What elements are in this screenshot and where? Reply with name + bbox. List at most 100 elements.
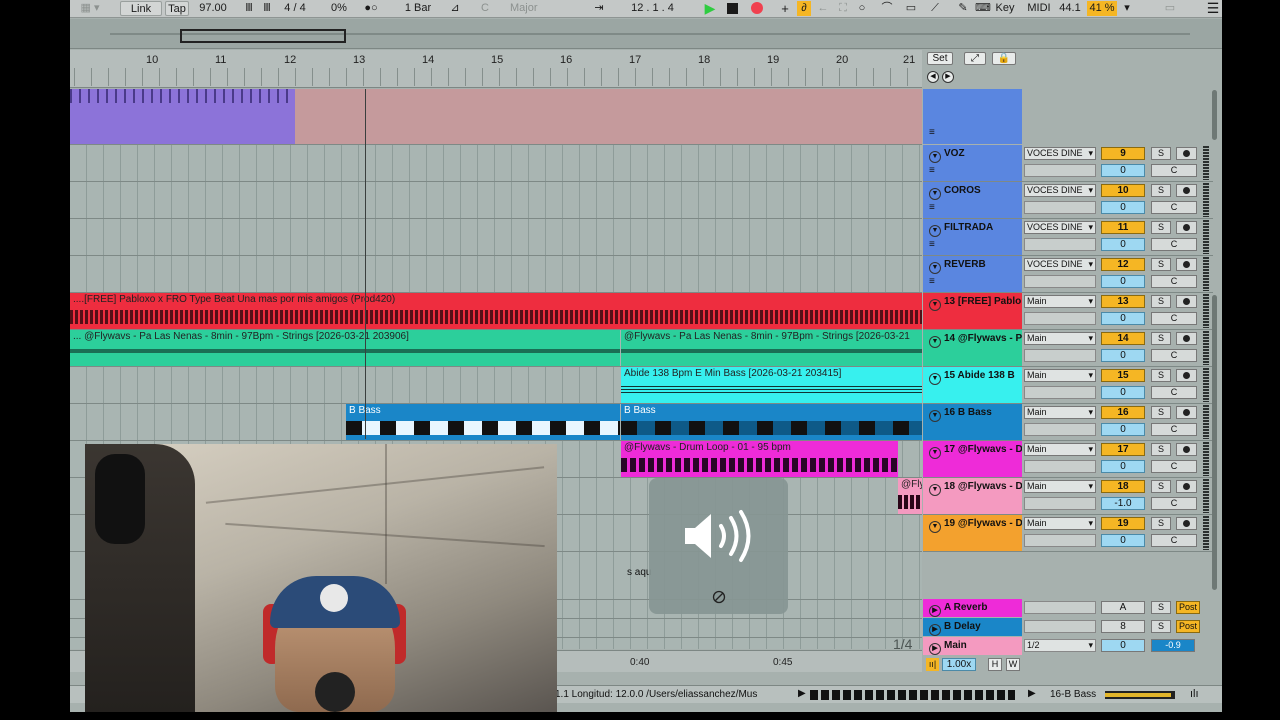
drag-handle-icon[interactable]: ≡ (929, 239, 935, 250)
arm-button[interactable] (1176, 443, 1197, 456)
track-header[interactable]: ▼ 17 @Flywavs - D Main ▾ 17 0 S C (923, 441, 1213, 478)
solo-button[interactable]: S (1151, 332, 1171, 345)
time-signature-field[interactable]: 4 / 4 (275, 1, 315, 16)
track-header[interactable]: ▼ COROS ≡ VOCES DINE ▾ 10 0 S C (923, 182, 1213, 219)
solo-button[interactable]: S (1151, 517, 1171, 530)
status-loop-overview[interactable] (810, 690, 1015, 700)
track-activator[interactable]: 12 (1101, 258, 1145, 271)
clip-track14-b[interactable]: @Flywavs - Pa Las Nenas - 8min - 97Bpm -… (621, 330, 922, 366)
arm-button[interactable] (1176, 369, 1197, 382)
stop-button[interactable] (727, 3, 738, 14)
track-header[interactable]: ▼ REVERB ≡ VOCES DINE ▾ 12 0 S C (923, 256, 1213, 293)
solo-button[interactable]: S (1151, 443, 1171, 456)
drag-handle-icon[interactable]: ≡ (929, 202, 935, 213)
clip-track17[interactable]: @Flywavs - Drum Loop - 01 - 95 bpm (621, 441, 898, 477)
solo-button[interactable]: S (1151, 258, 1171, 271)
track-activator[interactable]: 10 (1101, 184, 1145, 197)
track-output-channel[interactable] (1024, 386, 1096, 399)
return-activator[interactable]: 8 (1101, 620, 1145, 633)
vertical-scrollbar-top[interactable] (1212, 90, 1217, 140)
vertical-scrollbar[interactable] (1212, 295, 1217, 590)
solo-button[interactable]: S (1151, 184, 1171, 197)
pan-knob[interactable]: C (1151, 275, 1197, 288)
track-volume[interactable]: 0 (1101, 312, 1145, 325)
nav-forward-icon[interactable]: ▶ (942, 71, 954, 83)
main-pan[interactable]: -0.9 (1151, 639, 1195, 652)
key-map-button[interactable]: Key (993, 1, 1017, 16)
track-output-channel[interactable] (1024, 534, 1096, 547)
status-track-play-icon[interactable]: ▶ (1028, 688, 1036, 699)
post-button[interactable]: Post (1176, 601, 1200, 614)
return-track-header[interactable]: ▶ B Delay 8 S Post (923, 618, 1213, 637)
automation-arm-icon[interactable]: ∂ (797, 1, 811, 16)
track-activator[interactable]: 11 (1101, 221, 1145, 234)
track-output-select[interactable]: Main ▾ (1024, 517, 1096, 530)
nav-back-icon[interactable]: ◀ (927, 71, 939, 83)
solo-button[interactable]: S (1151, 369, 1171, 382)
arrangement-position[interactable]: 12 . 1 . 4 (615, 1, 690, 16)
track-header[interactable]: ▼ 15 Abide 138 B Main ▾ 15 0 S C (923, 367, 1213, 404)
clip-track16-a[interactable]: B Bass (346, 404, 620, 440)
punch-icon[interactable]: ⇥ (590, 1, 608, 16)
arm-button[interactable] (1176, 184, 1197, 197)
drag-handle-icon[interactable]: ≡ (929, 276, 935, 287)
clip-track18[interactable]: @Fly (898, 478, 922, 514)
return-name[interactable]: ▶ B Delay (923, 618, 1022, 636)
track-volume[interactable]: 0 (1101, 460, 1145, 473)
pan-knob[interactable]: C (1151, 497, 1197, 510)
record-button[interactable] (751, 2, 763, 14)
track-volume[interactable]: -1.0 (1101, 497, 1145, 510)
group-track-header[interactable]: ≡ (923, 89, 1022, 144)
pan-knob[interactable]: C (1151, 386, 1197, 399)
post-button[interactable]: Post (1176, 620, 1200, 633)
track-output-select[interactable]: VOCES DINE ▾ (1024, 184, 1096, 197)
fold-icon[interactable]: ▶ (929, 605, 941, 617)
track-activator[interactable]: 17 (1101, 443, 1145, 456)
track-activator[interactable]: 18 (1101, 480, 1145, 493)
arrangement-overview[interactable] (70, 19, 1222, 49)
track-name[interactable]: ▼ FILTRADA ≡ (923, 219, 1022, 255)
track-activator[interactable]: 14 (1101, 332, 1145, 345)
fold-icon[interactable]: ▼ (929, 188, 941, 200)
track-header[interactable]: ▼ 14 @Flywavs - P Main ▾ 14 0 S C (923, 330, 1213, 367)
solo-button[interactable]: S (1151, 221, 1171, 234)
drag-handle-icon[interactable]: ≡ (929, 165, 935, 176)
arm-button[interactable] (1176, 332, 1197, 345)
fold-icon[interactable]: ▼ (929, 410, 941, 422)
main-track-header[interactable]: ▶ Main 1/2 ▾ 0 -0.9 (923, 637, 1213, 656)
track-output-channel[interactable] (1024, 238, 1096, 251)
track-volume[interactable]: 0 (1101, 238, 1145, 251)
return-output[interactable] (1024, 601, 1096, 614)
pan-knob[interactable]: C (1151, 164, 1197, 177)
pan-knob[interactable]: C (1151, 312, 1197, 325)
pan-knob[interactable]: C (1151, 423, 1197, 436)
solo-button[interactable]: S (1151, 480, 1171, 493)
track-name[interactable]: ▼ 16 B Bass (923, 404, 1022, 440)
track-header[interactable]: ▼ 18 @Flywavs - D Main ▾ 18 -1.0 S C (923, 478, 1213, 515)
groove-field[interactable]: 0% (325, 1, 353, 16)
track-activator[interactable]: 13 (1101, 295, 1145, 308)
track-volume[interactable]: 0 (1101, 349, 1145, 362)
zoom-w-button[interactable]: W (1006, 658, 1020, 671)
link-button[interactable]: Link (120, 1, 162, 16)
solo-button[interactable]: S (1151, 295, 1171, 308)
track-name[interactable]: ▼ 18 @Flywavs - D (923, 478, 1022, 514)
track-output-select[interactable]: Main ▾ (1024, 443, 1096, 456)
pencil-icon[interactable]: ✎ (956, 1, 970, 16)
track-output-channel[interactable] (1024, 349, 1096, 362)
fold-icon[interactable]: ▼ (929, 336, 941, 348)
clip-track14-a[interactable]: ... @Flywavs - Pa Las Nenas - 8min - 97B… (70, 330, 620, 366)
clip-track15[interactable]: Abide 138 Bpm E Min Bass [2026-03-21 203… (621, 367, 922, 403)
return-output[interactable] (1024, 620, 1096, 633)
metronome-icon[interactable]: ●○ (360, 1, 382, 16)
solo-button[interactable]: S (1151, 620, 1171, 633)
main-name[interactable]: ▶ Main (923, 637, 1022, 655)
track-output-select[interactable]: VOCES DINE ▾ (1024, 221, 1096, 234)
tempo-field[interactable]: 97.00 (195, 1, 231, 16)
clip-purple[interactable] (70, 89, 295, 144)
track-output-channel[interactable] (1024, 423, 1096, 436)
fold-icon[interactable]: ▼ (929, 484, 941, 496)
midi-map-button[interactable]: MIDI (1025, 1, 1053, 16)
overdub-icon[interactable]: + (778, 1, 792, 16)
draw-mode-icon[interactable]: ▭ (903, 1, 919, 16)
